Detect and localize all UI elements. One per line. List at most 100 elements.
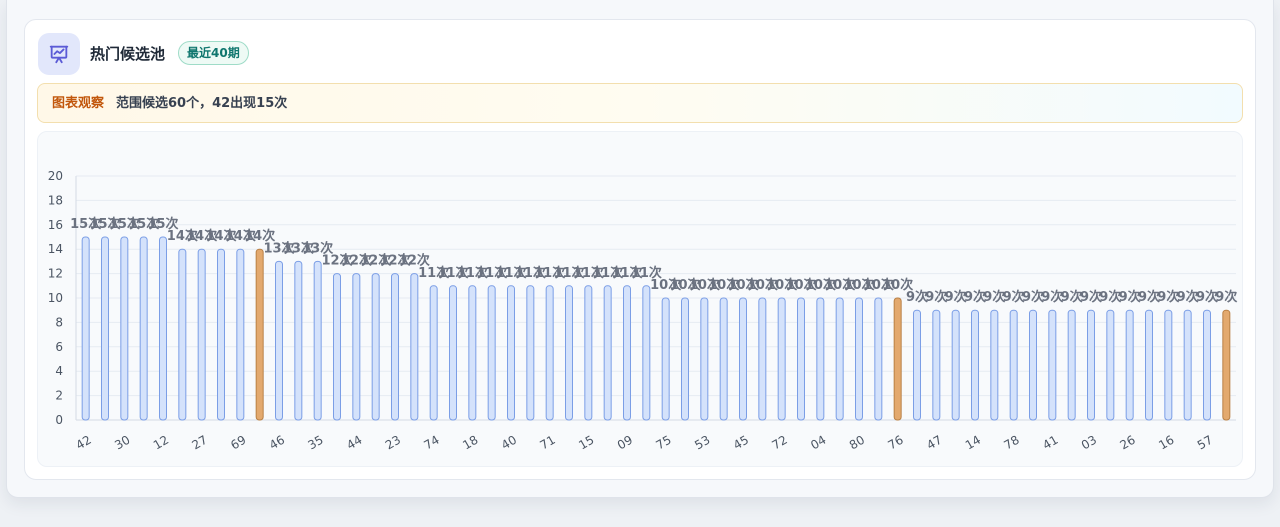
bar: [120, 236, 129, 421]
bar: [410, 273, 419, 421]
bar-chart: 0246810121416182015次4215次15次3015次15次1214…: [48, 169, 1238, 453]
bar: [758, 297, 767, 421]
y-tick-label: 20: [48, 169, 63, 183]
bar: [236, 248, 245, 421]
bar: [1048, 309, 1057, 421]
y-tick-label: 12: [48, 267, 63, 281]
bar: [1067, 309, 1076, 421]
x-tick-label: 04: [808, 433, 828, 453]
bar: [584, 285, 593, 421]
y-tick-label: 6: [55, 340, 63, 354]
bar: [971, 309, 979, 421]
y-tick-label: 14: [48, 242, 63, 256]
bar: [1145, 309, 1153, 421]
x-tick-label: 69: [228, 433, 248, 453]
x-tick-label: 47: [924, 433, 944, 453]
x-tick-label: 76: [886, 433, 906, 453]
x-tick-label: 42: [74, 433, 94, 453]
bar: [797, 297, 805, 421]
x-tick-label: 18: [460, 433, 480, 453]
bar: [429, 285, 438, 421]
x-tick-label: 72: [770, 433, 790, 453]
bar: [1009, 309, 1018, 421]
bar: [874, 297, 883, 421]
x-tick-label: 03: [1079, 433, 1099, 453]
bar: [101, 236, 109, 421]
x-tick-label: 53: [692, 433, 712, 453]
bar: [603, 285, 612, 421]
y-tick-label: 16: [48, 218, 63, 232]
y-tick-label: 2: [55, 389, 63, 403]
bar: [275, 260, 283, 421]
bar: [835, 297, 844, 421]
data-label: 9次: [1215, 289, 1237, 305]
bar: [468, 285, 477, 421]
y-tick-label: 8: [55, 315, 63, 329]
bar: [487, 285, 496, 421]
bar: [1222, 309, 1231, 421]
bar: [990, 309, 999, 421]
bar: [565, 285, 573, 421]
x-tick-label: 12: [151, 433, 171, 453]
bar: [623, 285, 631, 421]
y-tick-label: 18: [48, 193, 63, 207]
y-tick-label: 0: [55, 413, 63, 427]
x-tick-label: 40: [499, 433, 519, 453]
x-tick-label: 46: [267, 433, 287, 453]
bar: [1183, 309, 1192, 421]
bar: [313, 260, 322, 421]
bar: [1029, 309, 1037, 421]
bar: [159, 236, 167, 421]
bar: [719, 297, 728, 421]
x-tick-label: 80: [847, 433, 867, 453]
x-tick-label: 23: [383, 433, 403, 453]
bar: [932, 309, 941, 421]
bar: [449, 285, 457, 421]
bar: [526, 285, 535, 421]
x-tick-label: 75: [654, 433, 674, 453]
bar: [507, 285, 515, 421]
x-tick-label: 09: [615, 433, 635, 453]
x-tick-label: 16: [1156, 433, 1176, 453]
bar: [545, 285, 554, 421]
bar: [700, 297, 709, 421]
bar: [816, 297, 825, 421]
x-tick-label: 71: [538, 433, 558, 453]
bar: [893, 297, 902, 421]
bar: [739, 297, 747, 421]
bar: [777, 297, 786, 421]
x-tick-label: 27: [190, 433, 210, 453]
bar: [391, 273, 399, 421]
bar: [1106, 309, 1115, 421]
bar: [681, 297, 689, 421]
bar: [661, 297, 670, 421]
bar: [81, 236, 90, 421]
bar: [294, 260, 303, 421]
x-tick-label: 78: [1002, 433, 1022, 453]
bar: [951, 309, 960, 421]
x-tick-label: 44: [344, 433, 364, 453]
bar: [1203, 309, 1211, 421]
y-tick-label: 10: [48, 291, 63, 305]
bar: [139, 236, 148, 421]
x-tick-label: 45: [731, 433, 751, 453]
x-tick-label: 74: [422, 433, 442, 453]
x-tick-label: 14: [963, 433, 983, 453]
bar: [217, 248, 225, 421]
bar: [197, 248, 206, 421]
x-tick-label: 35: [306, 433, 326, 453]
x-tick-label: 26: [1118, 433, 1138, 453]
bar: [371, 273, 380, 421]
bar: [1164, 309, 1173, 421]
bar: [913, 309, 921, 421]
bar: [642, 285, 651, 421]
x-tick-label: 15: [576, 433, 596, 453]
x-tick-label: 41: [1040, 433, 1060, 453]
y-tick-label: 4: [55, 364, 63, 378]
x-tick-label: 57: [1195, 433, 1215, 453]
bar: [1087, 309, 1095, 421]
bar: [352, 273, 361, 421]
bar: [333, 273, 341, 421]
bar: [1125, 309, 1134, 421]
bar: [255, 248, 264, 421]
